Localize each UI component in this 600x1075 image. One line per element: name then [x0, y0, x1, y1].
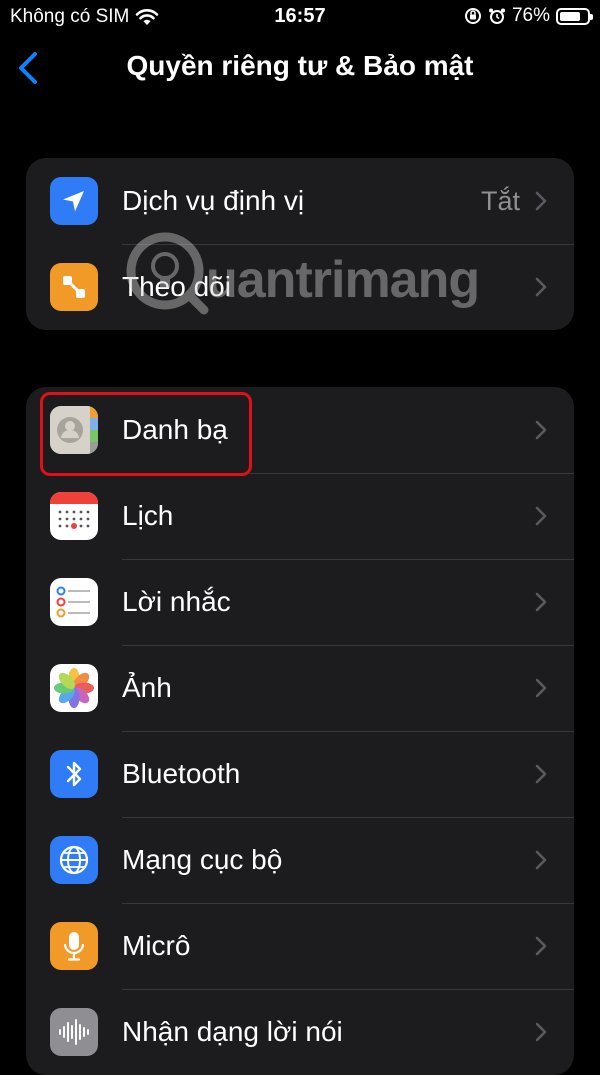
row-label: Lịch — [122, 500, 174, 531]
settings-group-permissions: Danh bạ Lịch Lời nhắc Ảnh Bluetooth Mạng… — [26, 387, 574, 1075]
chevron-right-icon — [535, 191, 547, 211]
alarm-icon — [488, 8, 505, 24]
row-location-services[interactable]: Dịch vụ định vị Tắt — [26, 158, 574, 244]
chevron-right-icon — [535, 420, 547, 440]
row-reminders[interactable]: Lời nhắc — [26, 559, 574, 645]
page-title: Quyền riêng tư & Bảo mật — [126, 50, 474, 81]
tracking-icon — [50, 263, 98, 311]
navigation-bar: Quyền riêng tư & Bảo mật — [0, 36, 600, 98]
chevron-right-icon — [535, 764, 547, 784]
row-tracking[interactable]: Theo dõi — [26, 244, 574, 330]
row-speech-recognition[interactable]: Nhận dạng lời nói — [26, 989, 574, 1075]
globe-icon — [50, 836, 98, 884]
battery-icon — [556, 7, 593, 25]
row-contacts[interactable]: Danh bạ — [26, 387, 574, 473]
bluetooth-icon — [50, 750, 98, 798]
battery-percent: 76% — [511, 5, 550, 26]
microphone-icon — [50, 922, 98, 970]
row-label: Bluetooth — [122, 758, 241, 789]
orientation-lock-icon — [464, 8, 481, 24]
row-label: Lời nhắc — [122, 586, 231, 617]
chevron-right-icon — [535, 592, 547, 612]
battery-level — [560, 11, 580, 21]
row-photos[interactable]: Ảnh — [26, 645, 574, 731]
row-label: Ảnh — [122, 672, 172, 703]
row-calendar[interactable]: Lịch — [26, 473, 574, 559]
row-label: Nhận dạng lời nói — [122, 1016, 343, 1047]
row-bluetooth[interactable]: Bluetooth — [26, 731, 574, 817]
row-local-network[interactable]: Mạng cục bộ — [26, 817, 574, 903]
settings-group-location: Dịch vụ định vị Tắt Theo dõi — [26, 158, 574, 330]
chevron-right-icon — [535, 678, 547, 698]
chevron-right-icon — [535, 1022, 547, 1042]
contacts-icon — [50, 406, 98, 454]
row-value: Tắt — [480, 185, 520, 216]
chevron-right-icon — [535, 850, 547, 870]
row-label: Dịch vụ định vị — [122, 185, 305, 216]
location-arrow-icon — [50, 177, 98, 225]
row-label: Micrô — [122, 930, 191, 961]
photos-icon — [50, 664, 98, 712]
row-label: Theo dõi — [122, 271, 231, 302]
chevron-right-icon — [535, 936, 547, 956]
speech-recognition-icon — [50, 1008, 98, 1056]
status-bar: Không có SIM 16:57 76% — [0, 0, 600, 34]
status-right: 76% — [464, 5, 593, 27]
row-label: Danh bạ — [122, 414, 228, 445]
calendar-icon — [50, 492, 98, 540]
chevron-right-icon — [535, 277, 547, 297]
row-label: Mạng cục bộ — [122, 844, 283, 875]
row-microphone[interactable]: Micrô — [26, 903, 574, 989]
reminders-icon — [50, 578, 98, 626]
chevron-right-icon — [535, 506, 547, 526]
